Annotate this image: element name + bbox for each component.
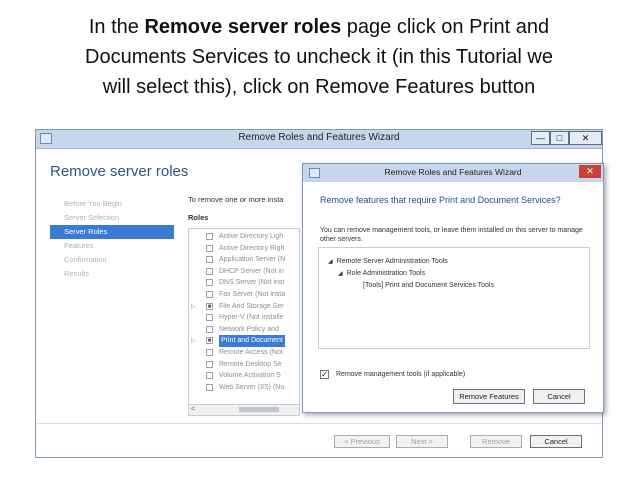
- role-checkbox[interactable]: [206, 233, 213, 240]
- nav-item-confirmation[interactable]: Confirmation: [50, 253, 174, 267]
- dialog-titlebar: Remove Roles and Features Wizard ✕: [303, 164, 603, 182]
- remove-tools-checkbox[interactable]: ✓: [320, 370, 329, 379]
- role-checkbox[interactable]: ■: [206, 302, 213, 310]
- cancel-button[interactable]: Cancel: [530, 435, 582, 448]
- role-checkbox[interactable]: [206, 383, 213, 391]
- wizard-titlebar: Remove Roles and Features Wizard — □ ✕: [36, 130, 602, 149]
- collapse-arrow-icon[interactable]: ◢: [328, 259, 333, 265]
- role-checkbox[interactable]: [206, 349, 213, 356]
- role-list-item[interactable]: DNS Server (Not inst: [189, 277, 299, 289]
- role-checkbox[interactable]: [206, 279, 213, 287]
- role-list-item[interactable]: Application Server (N: [189, 254, 299, 266]
- next-button[interactable]: Next >: [396, 435, 448, 448]
- tree-node-label: Role Administration Tools: [346, 270, 426, 277]
- role-list-item[interactable]: Remote Desktop Se: [189, 359, 299, 371]
- close-button[interactable]: ✕: [569, 131, 602, 145]
- nav-item-server-selection[interactable]: Server Selection: [50, 211, 174, 225]
- features-tree: ◢ Remote Server Administration Tools ◢ Rol…: [318, 247, 590, 349]
- role-label: DNS Server (Not inst: [219, 279, 285, 287]
- dialog-description: You can remove management tools, or leav…: [320, 227, 583, 243]
- caption-line-2: Documents Services to uncheck it (in thi…: [85, 46, 553, 68]
- remove-features-button[interactable]: Remove Features: [453, 389, 525, 404]
- dialog-close-button[interactable]: ✕: [579, 165, 601, 178]
- role-list-item[interactable]: ▷ ■ Print and Document: [189, 335, 299, 348]
- expand-arrow-icon[interactable]: ▷: [191, 335, 197, 347]
- role-list-item[interactable]: Network Policy and: [189, 324, 299, 336]
- role-list-item[interactable]: Active Directory Ligh: [189, 231, 299, 243]
- role-label: Hyper-V (Not installe: [219, 314, 284, 322]
- nav-item-results[interactable]: Results: [50, 267, 174, 281]
- role-list-item[interactable]: Remote Access (Not: [189, 347, 299, 359]
- role-label: Print and Document: [219, 335, 285, 348]
- caption-line-1: In the Remove server roles page click on…: [0, 12, 638, 42]
- role-checkbox[interactable]: [206, 244, 213, 252]
- footer-divider: [36, 423, 602, 424]
- role-checkbox[interactable]: [206, 256, 213, 264]
- role-list-item[interactable]: ▷ ■ File And Storage Ser: [189, 301, 299, 313]
- role-label: Network Policy and: [219, 325, 279, 333]
- role-label: Web Server (IIS) (No: [219, 383, 285, 391]
- tree-node: [Tools] Print and Document Services Tool…: [363, 281, 494, 291]
- dialog-title: Remove Roles and Features Wizard: [384, 167, 522, 177]
- role-list-item[interactable]: Web Server (IIS) (No: [189, 382, 299, 394]
- roles-list[interactable]: Active Directory Ligh Active Directory Ri…: [188, 228, 300, 416]
- tree-node-label: Remote Server Administration Tools: [336, 258, 448, 265]
- role-label: Application Server (N: [219, 256, 286, 264]
- scroll-left-icon[interactable]: <: [191, 405, 195, 415]
- dialog-cancel-button[interactable]: Cancel: [533, 389, 585, 404]
- role-checkbox[interactable]: [206, 267, 213, 275]
- caption-text: In the: [88, 16, 145, 38]
- role-checkbox[interactable]: [206, 372, 213, 380]
- maximize-button[interactable]: □: [550, 131, 569, 145]
- roles-label: Roles: [188, 213, 209, 222]
- role-label: Remote Desktop Se: [219, 360, 282, 368]
- remove-button[interactable]: Remove: [470, 435, 522, 448]
- dialog-heading: Remove features that require Print and D…: [320, 195, 561, 205]
- role-checkbox[interactable]: ■: [206, 337, 213, 345]
- nav-item-features[interactable]: Features: [50, 239, 174, 253]
- collapse-arrow-icon[interactable]: ◢: [338, 271, 343, 277]
- nav-item-server-roles[interactable]: Server Roles: [50, 225, 174, 239]
- role-list-item[interactable]: DHCP Server (Not in: [189, 266, 299, 278]
- caption-text: page click on Print and: [341, 16, 550, 38]
- tree-node: ◢ Role Administration Tools: [338, 269, 425, 279]
- role-list-item[interactable]: Volume Activation S: [189, 370, 299, 382]
- role-label: File And Storage Ser: [219, 302, 284, 310]
- tutorial-caption: In the Remove server roles page click on…: [0, 12, 638, 102]
- nav-item-before-you-begin[interactable]: Before You Begin: [50, 197, 174, 211]
- role-checkbox[interactable]: [206, 291, 213, 298]
- expand-arrow-icon[interactable]: ▷: [191, 301, 197, 313]
- role-label: Active Directory Righ: [219, 244, 285, 252]
- tree-node: ◢ Remote Server Administration Tools: [328, 257, 448, 267]
- instruction-text: To remove one or more insta: [188, 195, 284, 204]
- role-label: Volume Activation S: [219, 372, 281, 380]
- role-list-item[interactable]: Active Directory Righ: [189, 243, 299, 255]
- role-label: Fax Server (Not insta: [219, 291, 286, 298]
- role-label: DHCP Server (Not in: [219, 267, 284, 275]
- role-checkbox[interactable]: [206, 314, 213, 322]
- tree-node-label: [Tools] Print and Document Services Tool…: [363, 282, 494, 289]
- minimize-button[interactable]: —: [531, 131, 550, 145]
- remove-features-dialog: Remove Roles and Features Wizard ✕ Remov…: [302, 163, 604, 413]
- scroll-thumb[interactable]: [239, 407, 279, 412]
- role-label: Active Directory Ligh: [219, 233, 284, 240]
- role-list-item[interactable]: Hyper-V (Not installe: [189, 312, 299, 324]
- remove-tools-label: Remove management tools (if applicable): [336, 371, 466, 378]
- horizontal-scrollbar[interactable]: <: [189, 404, 299, 415]
- caption-line-3: will select this), click on Remove Featu…: [102, 76, 536, 98]
- role-label: Remote Access (Not: [219, 349, 283, 356]
- role-checkbox[interactable]: [206, 360, 213, 368]
- role-checkbox[interactable]: [206, 325, 213, 333]
- role-list-item[interactable]: Fax Server (Not insta: [189, 289, 299, 301]
- previous-button[interactable]: < Previous: [334, 435, 390, 448]
- caption-bold-text: Remove server roles: [144, 16, 342, 38]
- wizard-title: Remove Roles and Features Wizard: [238, 132, 400, 143]
- page-title: Remove server roles: [50, 163, 189, 180]
- wizard-nav: Before You Begin Server Selection Server…: [50, 197, 174, 281]
